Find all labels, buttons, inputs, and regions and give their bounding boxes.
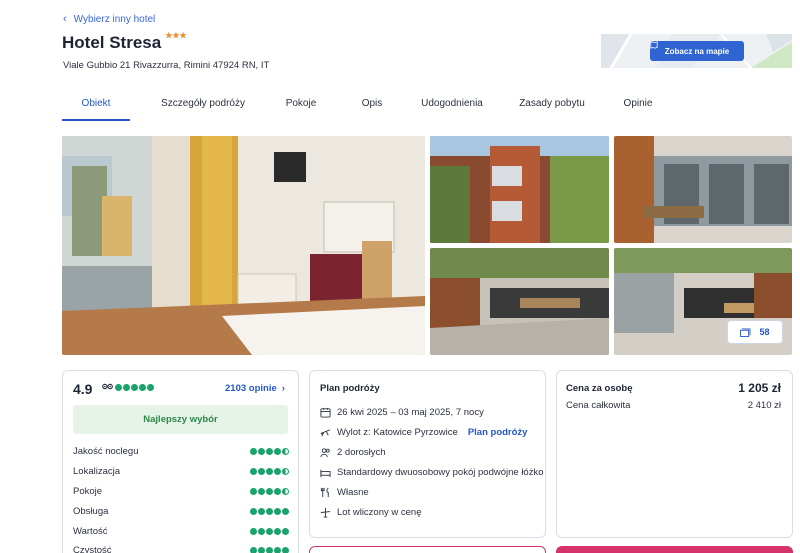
entrance-photo — [614, 136, 792, 243]
reviews-link[interactable]: 2103 opinie › — [225, 383, 285, 394]
facade-photo — [430, 136, 609, 243]
show-map-label: Zobacz na mapie — [664, 46, 730, 56]
price-per-person-value: 1 205 zł — [738, 381, 781, 395]
photo-terrace-1[interactable] — [430, 248, 609, 355]
category-dots — [250, 468, 289, 475]
category-dots — [250, 448, 289, 455]
plan-flight: Lot wliczony w cenę — [337, 507, 422, 518]
category-label: Jakość noclegu — [73, 446, 139, 457]
room-photo — [62, 136, 425, 355]
rating-category-row: Jakość noclegu — [73, 446, 289, 457]
tab-opis[interactable]: Opis — [348, 96, 396, 121]
back-link-label: Wybierz inny hotel — [73, 13, 156, 25]
rating-dot — [139, 384, 146, 391]
hotel-stars: ★★★ — [165, 31, 187, 40]
rating-category-row: Czystość — [73, 545, 289, 553]
plan-departure: Wylot z: Katowice Pyrzowice — [337, 427, 458, 438]
plane-icon — [320, 427, 331, 438]
plan-room: Standardowy dwuosobowy pokój podwójne łó… — [337, 467, 544, 478]
gallery-icon — [740, 327, 751, 337]
rating-category-row: Wartość — [73, 526, 289, 537]
rating-category-row: Lokalizacja — [73, 466, 289, 477]
reviews-link-label: 2103 opinie — [225, 383, 277, 394]
plan-flight-row: Lot wliczony w cenę — [320, 507, 421, 518]
category-dots — [250, 488, 289, 495]
tab-obiekt[interactable]: Obiekt — [62, 96, 130, 121]
hotel-address: Viale Gubbio 21 Rivazzurra, Rimini 47924… — [63, 60, 270, 71]
map-thumbnail[interactable]: Zobacz na mapie — [601, 34, 792, 68]
category-dots — [250, 508, 289, 515]
plan-guests: 2 dorosłych — [337, 447, 386, 458]
guests-icon — [320, 447, 331, 458]
rating-category-row: Pokoje — [73, 486, 289, 497]
main-photo-room[interactable] — [62, 136, 425, 355]
plan-dates: 26 kwi 2025 – 03 maj 2025, 7 nocy — [337, 407, 484, 418]
map-icon — [650, 41, 658, 49]
secondary-action-button[interactable] — [309, 546, 546, 553]
plan-board-row: Własne — [320, 487, 369, 498]
category-dots — [250, 547, 289, 553]
hotel-name: Hotel Stresa — [62, 33, 162, 52]
category-label: Lokalizacja — [73, 466, 120, 477]
plan-board: Własne — [337, 487, 369, 498]
photo-facade[interactable] — [430, 136, 609, 243]
rating-category-row: Obsługa — [73, 506, 289, 517]
total-price-value: 2 410 zł — [747, 400, 781, 411]
plan-title: Plan podróży — [320, 383, 380, 394]
chevron-left-icon: ‹ — [63, 13, 67, 25]
category-dots — [250, 528, 289, 535]
tab-zasady-pobytu[interactable]: Zasady pobytu — [508, 96, 596, 121]
photo-count-button[interactable]: 58 — [727, 320, 783, 344]
rating-dot — [131, 384, 138, 391]
calendar-icon — [320, 407, 331, 418]
category-label: Obsługa — [73, 506, 109, 517]
category-label: Pokoje — [73, 486, 103, 497]
category-label: Czystość — [73, 545, 112, 553]
photo-entrance[interactable] — [614, 136, 792, 243]
bed-icon — [320, 467, 331, 478]
total-price-label: Cena całkowita — [566, 400, 631, 411]
book-button[interactable] — [556, 546, 793, 553]
plan-room-row: Standardowy dwuosobowy pokój podwójne łó… — [320, 467, 544, 478]
tripadvisor-icon — [102, 383, 113, 390]
rating-dot — [123, 384, 130, 391]
tab-szczegoly-podrozy[interactable]: Szczegóły podróży — [142, 96, 264, 121]
chevron-right-icon: › — [281, 383, 285, 394]
rating-dot — [147, 384, 154, 391]
price-per-person-label: Cena za osobę — [566, 383, 633, 394]
plan-guests-row: 2 dorosłych — [320, 447, 386, 458]
plan-departure-row: Wylot z: Katowice Pyrzowice Plan podróży — [320, 427, 527, 438]
tab-opinie[interactable]: Opinie — [608, 96, 668, 121]
cutlery-icon — [320, 487, 331, 498]
plan-dates-row: 26 kwi 2025 – 03 maj 2025, 7 nocy — [320, 407, 484, 418]
tab-pokoje[interactable]: Pokoje — [270, 96, 332, 121]
flight-included-icon — [320, 507, 331, 518]
rating-score: 4.9 — [73, 381, 93, 397]
plan-details-link[interactable]: Plan podróży — [468, 427, 528, 438]
rating-dots — [115, 384, 154, 391]
show-map-button[interactable]: Zobacz na mapie — [650, 41, 744, 61]
price-card — [556, 370, 793, 538]
terrace-photo-1 — [430, 248, 609, 355]
category-label: Wartość — [73, 526, 108, 537]
tab-udogodnienia[interactable]: Udogodnienia — [406, 96, 498, 121]
hotel-title-group: Hotel Stresa ★★★ — [62, 31, 187, 53]
back-link[interactable]: ‹ Wybierz inny hotel — [63, 13, 155, 25]
section-tabs: Obiekt Szczegóły podróży Pokoje Opis Udo… — [62, 96, 668, 121]
best-choice-badge: Najlepszy wybór — [73, 405, 288, 434]
rating-dot — [115, 384, 122, 391]
photo-count-value: 58 — [759, 327, 770, 337]
